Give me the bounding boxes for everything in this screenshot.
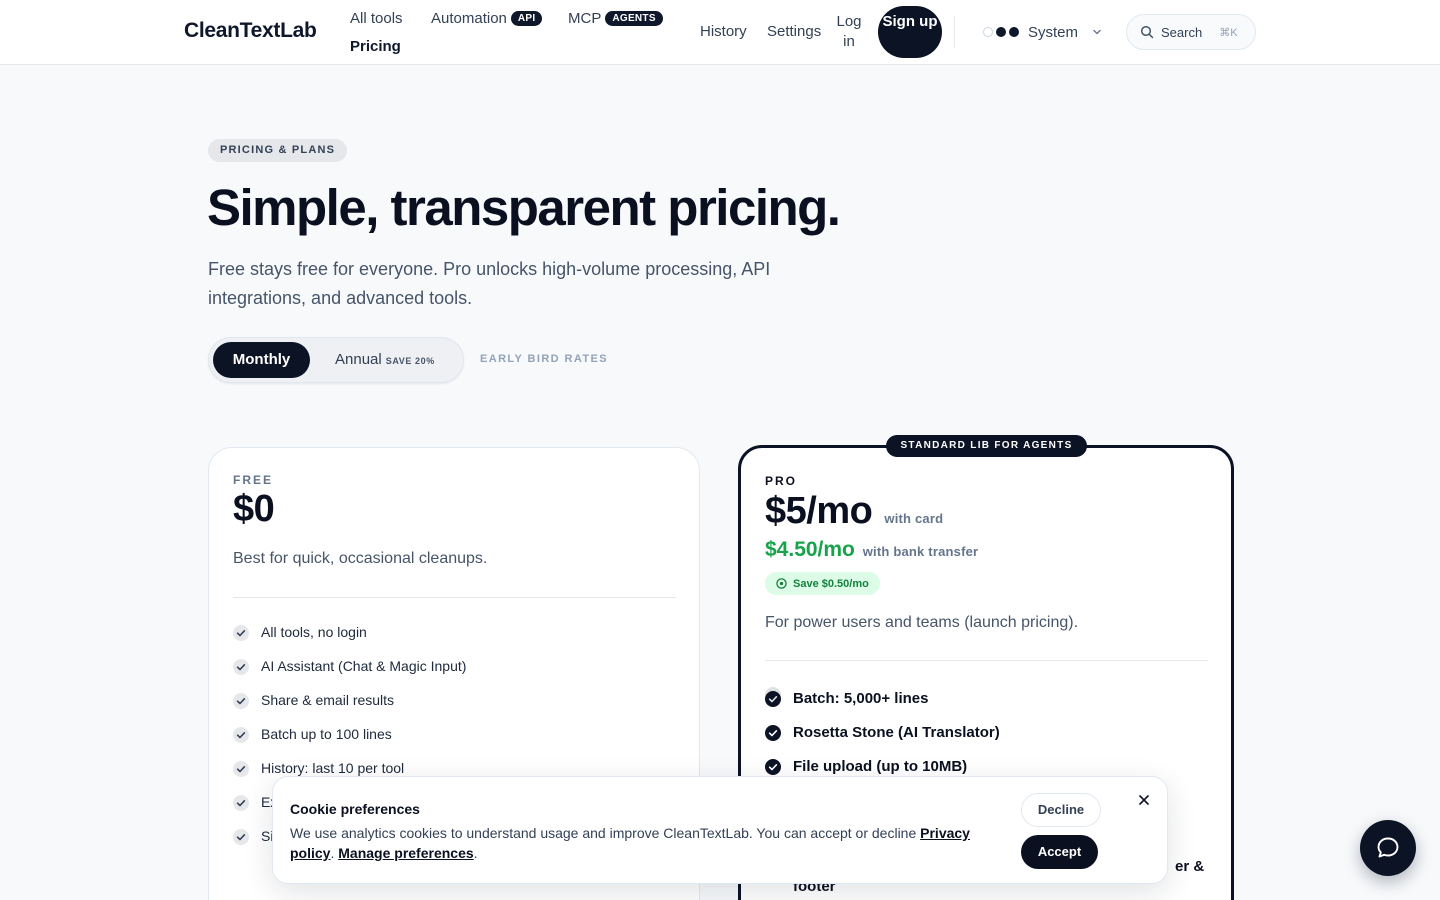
pro-save-text: Save $0.50/mo — [793, 577, 869, 590]
nav-mcp-label: MCP — [568, 10, 602, 27]
free-feature: All tools, no login — [233, 624, 367, 641]
api-badge: API — [510, 11, 543, 26]
free-feature: Batch up to 100 lines — [233, 726, 392, 743]
cookie-title: Cookie preferences — [290, 801, 420, 817]
check-circle-icon — [233, 795, 249, 811]
free-feature: Si — [233, 828, 273, 845]
free-plan-divider — [233, 597, 676, 598]
billing-annual-option[interactable]: Annual SAVE 20% — [335, 342, 435, 378]
free-plan-label: FREE — [233, 473, 274, 487]
theme-selector[interactable]: System — [983, 22, 1103, 42]
check-circle-icon — [233, 761, 249, 777]
pro-alt-price-value: $4.50/mo — [765, 538, 855, 561]
early-bird-note: EARLY BIRD RATES — [480, 353, 608, 365]
pro-feature-label: File upload (up to 10MB) — [793, 758, 968, 775]
pro-plan-label: PRO — [765, 474, 798, 488]
nav-automation[interactable]: Automation API — [431, 10, 543, 27]
cookie-end: . — [473, 845, 478, 861]
pro-alt-price-note: with bank transfer — [862, 544, 979, 559]
cookie-decline-button[interactable]: Decline — [1021, 793, 1101, 827]
free-feature: Ex — [233, 794, 277, 811]
close-icon[interactable] — [1137, 793, 1151, 807]
check-circle-icon — [765, 759, 781, 775]
free-feature-label: All tools, no login — [261, 624, 367, 640]
billing-monthly-option[interactable]: Monthly — [213, 342, 310, 378]
check-circle-icon — [765, 687, 781, 703]
nav-automation-label: Automation — [431, 10, 507, 27]
pro-plan-price: $5/mo with card — [765, 490, 943, 533]
signup-button[interactable]: Sign up — [878, 6, 942, 58]
search-label: Search — [1161, 24, 1203, 40]
cookie-body: We use analytics cookies to understand u… — [290, 825, 921, 841]
pro-feature-partial-tail: er & — [1175, 858, 1205, 875]
annual-save-tag: SAVE 20% — [385, 356, 435, 366]
coin-icon — [776, 578, 787, 589]
chat-button[interactable] — [1360, 820, 1416, 876]
free-feature: AI Assistant (Chat & Magic Input) — [233, 658, 466, 675]
chevron-down-icon — [1093, 29, 1101, 35]
pro-feature-label: Rosetta Stone (AI Translator) — [793, 724, 1000, 741]
pro-price-note: with card — [884, 511, 944, 526]
pro-feature-label: Batch: 5,000+ lines — [793, 690, 929, 707]
page-subtitle: Free stays free for everyone. Pro unlock… — [208, 259, 771, 308]
billing-annual-label: Annual — [335, 351, 382, 368]
pricing-eyebrow: PRICING & PLANS — [208, 139, 348, 162]
manage-preferences-link[interactable]: Manage preferences — [338, 845, 473, 861]
header-divider — [954, 16, 955, 48]
search-shortcut: ⌘K — [1219, 26, 1238, 39]
pro-save-badge: Save $0.50/mo — [765, 572, 880, 595]
free-feature-label: AI Assistant (Chat & Magic Input) — [261, 658, 467, 674]
login-link[interactable]: Log in — [832, 12, 866, 52]
pro-ribbon: STANDARD LIB FOR AGENTS — [886, 435, 1087, 457]
check-circle-icon — [233, 727, 249, 743]
theme-label: System — [1028, 23, 1079, 41]
nav-mcp[interactable]: MCP AGENTS — [568, 10, 663, 27]
free-feature: Share & email results — [233, 692, 394, 709]
pro-plan-divider — [765, 660, 1208, 661]
cookie-accept-button[interactable]: Accept — [1021, 835, 1098, 869]
free-plan-description: Best for quick, occasional cleanups. — [233, 550, 488, 567]
logo[interactable]: CleanTextLab — [184, 19, 317, 43]
chat-bubble-icon — [1377, 837, 1399, 858]
agents-badge: AGENTS — [605, 11, 663, 26]
search-button[interactable]: Search ⌘K — [1126, 14, 1256, 50]
theme-dark-dot — [996, 27, 1006, 37]
theme-light-dot — [983, 27, 993, 37]
pro-alt-price: $4.50/mo with bank transfer — [765, 538, 978, 562]
pro-feature: Rosetta Stone (AI Translator) — [765, 724, 1000, 741]
nav-pricing[interactable]: Pricing — [350, 38, 401, 55]
pro-plan-description: For power users and teams (launch pricin… — [765, 614, 1079, 631]
check-circle-icon — [233, 659, 249, 675]
free-plan-price: $0 — [233, 488, 275, 530]
top-navbar: CleanTextLab All tools Automation API MCP… — [0, 0, 1440, 65]
pro-feature-hidden-1 — [765, 686, 793, 703]
check-circle-icon — [233, 829, 249, 845]
check-circle-icon — [233, 625, 249, 641]
cookie-text: We use analytics cookies to understand u… — [290, 823, 1010, 863]
billing-toggle: Monthly Annual SAVE 20% — [208, 337, 464, 383]
search-icon — [1140, 25, 1154, 39]
free-feature-label: Share & email results — [261, 692, 395, 708]
free-feature: History: last 10 per tool — [233, 760, 404, 777]
check-circle-icon — [233, 693, 249, 709]
nav-all-tools[interactable]: All tools — [350, 10, 403, 27]
check-circle-icon — [765, 725, 781, 741]
cookie-banner: Cookie preferences We use analytics cook… — [272, 776, 1168, 884]
free-feature-label: Batch up to 100 lines — [261, 726, 392, 742]
nav-settings[interactable]: Settings — [767, 23, 821, 40]
page-title: Simple, transparent pricing. — [207, 179, 841, 236]
nav-history[interactable]: History — [700, 23, 747, 40]
pro-price-value: $5/mo — [765, 490, 873, 532]
pro-feature: File upload (up to 10MB) — [765, 758, 967, 775]
free-feature-label: History: last 10 per tool — [261, 760, 405, 776]
theme-system-dot — [1009, 27, 1019, 37]
